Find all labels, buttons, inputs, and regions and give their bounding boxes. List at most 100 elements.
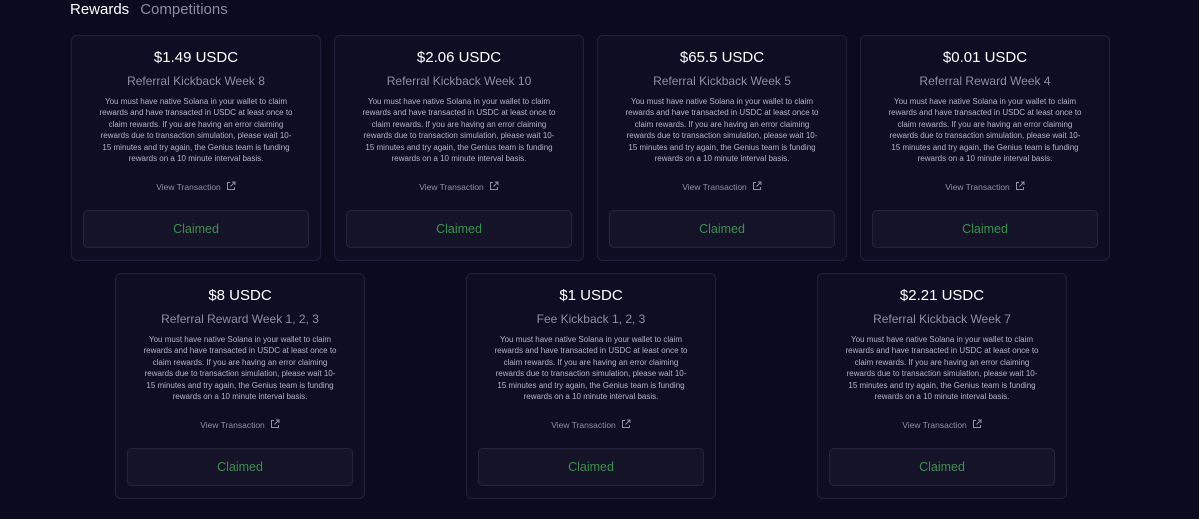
rewards-page: Rewards Competitions $1.49 USDC Referral… (0, 0, 1199, 519)
external-link-icon (621, 419, 631, 428)
reward-description: You must have native Solana in your wall… (350, 96, 568, 164)
claimed-button[interactable]: Claimed (609, 210, 835, 248)
description-line: rewards on a 10 minute interval basis. (391, 154, 527, 164)
external-link-icon (752, 181, 762, 190)
description-line: rewards due to transaction simulation, p… (495, 369, 687, 379)
view-transaction-link[interactable]: View Transaction (72, 181, 320, 193)
description-line: rewards and have transacted in USDC at l… (494, 346, 688, 356)
reward-amount: $65.5 USDC (679, 49, 765, 66)
description-line: You must have native Solana in your wall… (893, 97, 1077, 106)
description-line: You must have native Solana in your wall… (630, 97, 814, 106)
description-line: claim rewards. If you are having an erro… (371, 119, 547, 129)
description-line: rewards due to transaction simulation, p… (363, 131, 555, 141)
description-line: claim rewards. If you are having an erro… (897, 119, 1073, 129)
claimed-button[interactable]: Claimed (83, 210, 309, 248)
claimed-label: Claimed (173, 222, 219, 236)
description-line: rewards on a 10 minute interval basis. (917, 154, 1053, 164)
view-transaction-link[interactable]: View Transaction (335, 181, 583, 193)
view-transaction-label: View Transaction (156, 182, 221, 192)
external-link-icon (226, 181, 236, 190)
reward-amount: $1 USDC (559, 287, 623, 304)
reward-amount: $2.21 USDC (899, 287, 985, 304)
claimed-label: Claimed (568, 460, 614, 474)
description-line: rewards and have transacted in USDC at l… (99, 108, 293, 118)
view-transaction-label: View Transaction (682, 182, 747, 192)
reward-amount: $2.06 USDC (416, 49, 502, 66)
reward-title: Referral Kickback Week 10 (386, 74, 532, 88)
reward-card: $1.49 USDC Referral Kickback Week 8 You … (71, 35, 321, 261)
reward-card: $8 USDC Referral Reward Week 1, 2, 3 You… (115, 273, 365, 499)
claimed-label: Claimed (436, 222, 482, 236)
description-line: You must have native Solana in your wall… (104, 97, 288, 106)
description-line: 15 minutes and try again, the Genius tea… (102, 142, 290, 152)
claimed-label: Claimed (919, 460, 965, 474)
reward-card: $1 USDC Fee Kickback 1, 2, 3 You must ha… (466, 273, 716, 499)
external-link-icon (1015, 181, 1025, 190)
reward-title: Referral Reward Week 1, 2, 3 (161, 312, 319, 326)
description-line: 15 minutes and try again, the Genius tea… (628, 142, 816, 152)
description-line: claim rewards. If you are having an erro… (634, 119, 810, 129)
reward-card: $2.06 USDC Referral Kickback Week 10 You… (334, 35, 584, 261)
claimed-button[interactable]: Claimed (346, 210, 572, 248)
reward-amount: $8 USDC (208, 287, 272, 304)
description-line: claim rewards. If you are having an erro… (108, 119, 284, 129)
reward-description: You must have native Solana in your wall… (87, 96, 305, 164)
view-transaction-link[interactable]: View Transaction (818, 419, 1066, 431)
view-transaction-label: View Transaction (902, 420, 967, 430)
claimed-button[interactable]: Claimed (872, 210, 1098, 248)
description-line: claim rewards. If you are having an erro… (152, 357, 328, 367)
description-line: rewards on a 10 minute interval basis. (874, 392, 1010, 402)
description-line: 15 minutes and try again, the Genius tea… (848, 380, 1036, 390)
description-line: rewards on a 10 minute interval basis. (128, 154, 264, 164)
description-line: rewards and have transacted in USDC at l… (845, 346, 1039, 356)
reward-title: Referral Kickback Week 7 (873, 312, 1011, 326)
claimed-label: Claimed (217, 460, 263, 474)
description-line: rewards and have transacted in USDC at l… (888, 108, 1082, 118)
view-transaction-label: View Transaction (200, 420, 265, 430)
claimed-label: Claimed (699, 222, 745, 236)
claimed-button[interactable]: Claimed (829, 448, 1055, 486)
external-link-icon (972, 419, 982, 428)
tab-rewards[interactable]: Rewards (70, 1, 129, 19)
tab-competitions[interactable]: Competitions (140, 1, 228, 19)
description-line: rewards due to transaction simulation, p… (846, 369, 1038, 379)
claimed-button[interactable]: Claimed (478, 448, 704, 486)
description-line: rewards on a 10 minute interval basis. (654, 154, 790, 164)
reward-title: Referral Kickback Week 5 (653, 74, 791, 88)
description-line: 15 minutes and try again, the Genius tea… (365, 142, 553, 152)
reward-title: Fee Kickback 1, 2, 3 (536, 312, 646, 326)
description-line: You must have native Solana in your wall… (148, 335, 332, 344)
reward-description: You must have native Solana in your wall… (876, 96, 1094, 164)
reward-description: You must have native Solana in your wall… (833, 334, 1051, 402)
description-line: rewards due to transaction simulation, p… (100, 131, 292, 141)
reward-card: $0.01 USDC Referral Reward Week 4 You mu… (860, 35, 1110, 261)
reward-description: You must have native Solana in your wall… (613, 96, 831, 164)
reward-description: You must have native Solana in your wall… (131, 334, 349, 402)
description-line: 15 minutes and try again, the Genius tea… (497, 380, 685, 390)
reward-amount: $0.01 USDC (942, 49, 1028, 66)
description-line: rewards due to transaction simulation, p… (626, 131, 818, 141)
claimed-button[interactable]: Claimed (127, 448, 353, 486)
tab-bar: Rewards Competitions (70, 0, 228, 20)
view-transaction-link[interactable]: View Transaction (861, 181, 1109, 193)
description-line: rewards and have transacted in USDC at l… (143, 346, 337, 356)
description-line: rewards on a 10 minute interval basis. (172, 392, 308, 402)
reward-amount: $1.49 USDC (153, 49, 239, 66)
description-line: rewards on a 10 minute interval basis. (523, 392, 659, 402)
description-line: rewards and have transacted in USDC at l… (625, 108, 819, 118)
description-line: claim rewards. If you are having an erro… (503, 357, 679, 367)
reward-title: Referral Kickback Week 8 (127, 74, 265, 88)
view-transaction-label: View Transaction (551, 420, 616, 430)
claimed-label: Claimed (962, 222, 1008, 236)
description-line: You must have native Solana in your wall… (367, 97, 551, 106)
view-transaction-link[interactable]: View Transaction (598, 181, 846, 193)
reward-card: $2.21 USDC Referral Kickback Week 7 You … (817, 273, 1067, 499)
view-transaction-link[interactable]: View Transaction (467, 419, 715, 431)
description-line: rewards due to transaction simulation, p… (144, 369, 336, 379)
reward-title: Referral Reward Week 4 (919, 74, 1051, 88)
external-link-icon (270, 419, 280, 428)
view-transaction-link[interactable]: View Transaction (116, 419, 364, 431)
external-link-icon (489, 181, 499, 190)
description-line: claim rewards. If you are having an erro… (854, 357, 1030, 367)
description-line: rewards and have transacted in USDC at l… (362, 108, 556, 118)
